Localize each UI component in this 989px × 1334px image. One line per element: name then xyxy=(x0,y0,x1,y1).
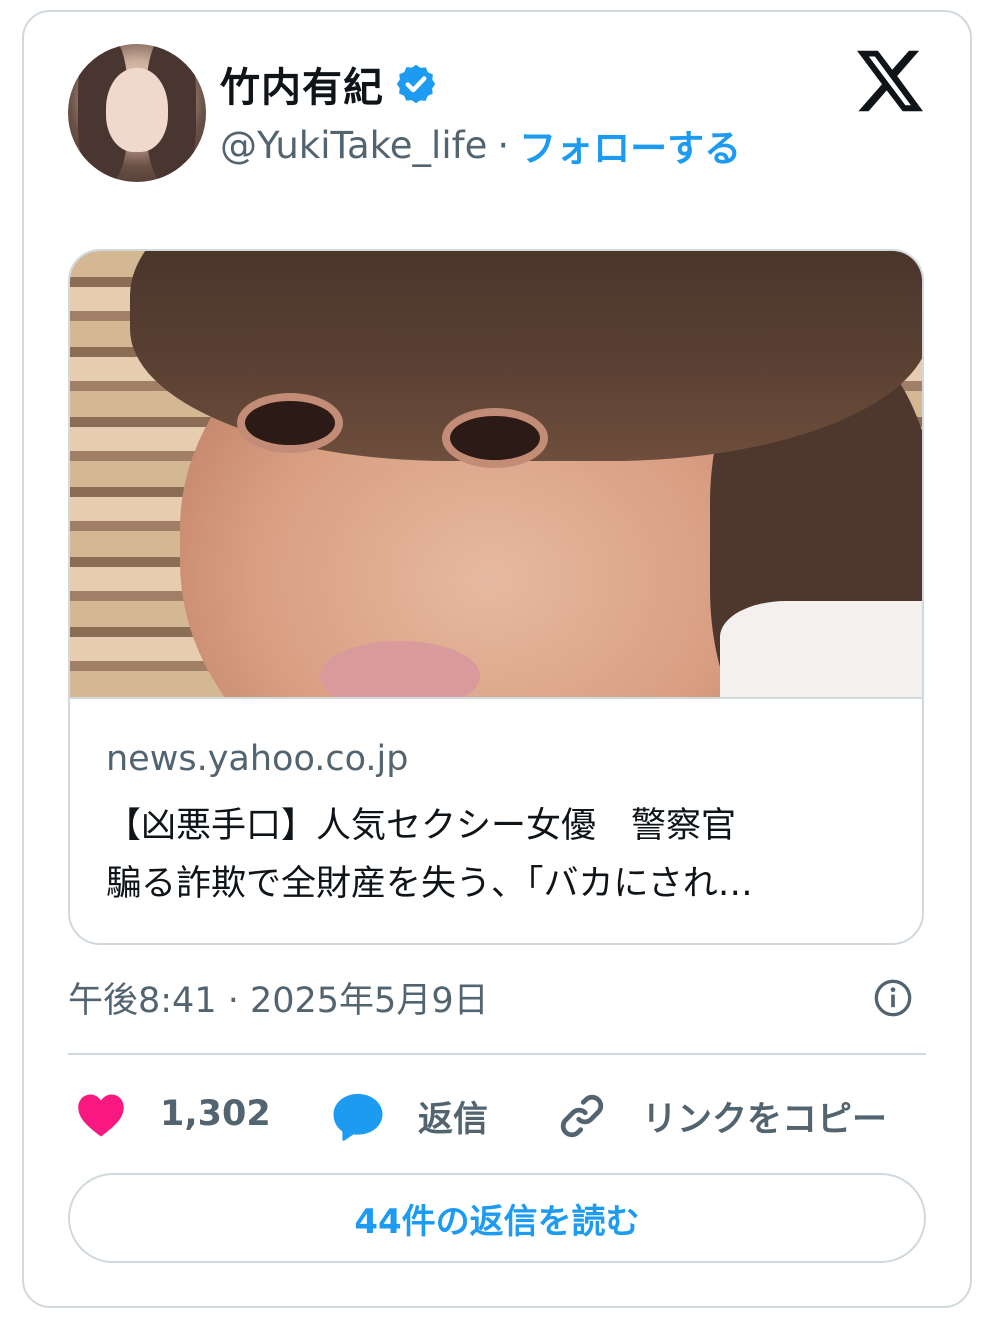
heart-icon xyxy=(78,1094,124,1137)
follow-button[interactable]: フォローする xyxy=(519,118,741,172)
reply-button[interactable]: 返信 xyxy=(330,1090,488,1142)
divider xyxy=(68,1053,926,1055)
link-headline-line-1: 【凶悪手口】人気セクシー女優 警察官 xyxy=(106,806,737,846)
verified-badge-icon xyxy=(396,64,436,104)
handle-separator: · xyxy=(497,123,510,167)
copy-link-label: リンクをコピー xyxy=(642,1099,888,1140)
reply-label: 返信 xyxy=(418,1099,489,1140)
photo-eye-left xyxy=(245,401,335,445)
link-domain: news.yahoo.co.jp xyxy=(106,739,409,779)
avatar[interactable] xyxy=(68,44,206,182)
avatar-face xyxy=(106,68,168,152)
author-handle[interactable]: @YukiTake_life xyxy=(220,124,487,167)
copy-link-button[interactable]: リンクをコピー xyxy=(556,1090,887,1142)
like-count: 1,302 xyxy=(160,1094,271,1134)
tweet-timestamp[interactable]: 午後8:41 · 2025年5月9日 xyxy=(68,972,489,1023)
author-handle-row: @YukiTake_life · フォローする xyxy=(220,118,741,172)
photo-eye-right xyxy=(450,416,540,460)
author-display-name[interactable]: 竹内有紀 xyxy=(220,55,384,113)
x-logo-icon[interactable] xyxy=(857,50,923,112)
image-divider xyxy=(70,697,922,699)
link-preview-image[interactable] xyxy=(70,251,922,699)
photo-shirt xyxy=(720,601,922,699)
info-icon[interactable] xyxy=(873,978,913,1018)
author-name-row[interactable]: 竹内有紀 xyxy=(220,55,438,113)
link-preview-card[interactable]: news.yahoo.co.jp 【凶悪手口】人気セクシー女優 警察官 騙る詐欺… xyxy=(68,249,924,945)
reply-bubble-icon xyxy=(333,1093,383,1141)
read-replies-button[interactable]: 44件の返信を読む xyxy=(68,1173,926,1263)
link-headline[interactable]: 【凶悪手口】人気セクシー女優 警察官 騙る詐欺で全財産を失う、「バカにされ… xyxy=(106,797,896,913)
like-button[interactable]: 1,302 xyxy=(75,1090,271,1138)
link-headline-line-2: 騙る詐欺で全財産を失う、「バカにされ… xyxy=(106,864,753,904)
link-icon xyxy=(560,1094,604,1138)
